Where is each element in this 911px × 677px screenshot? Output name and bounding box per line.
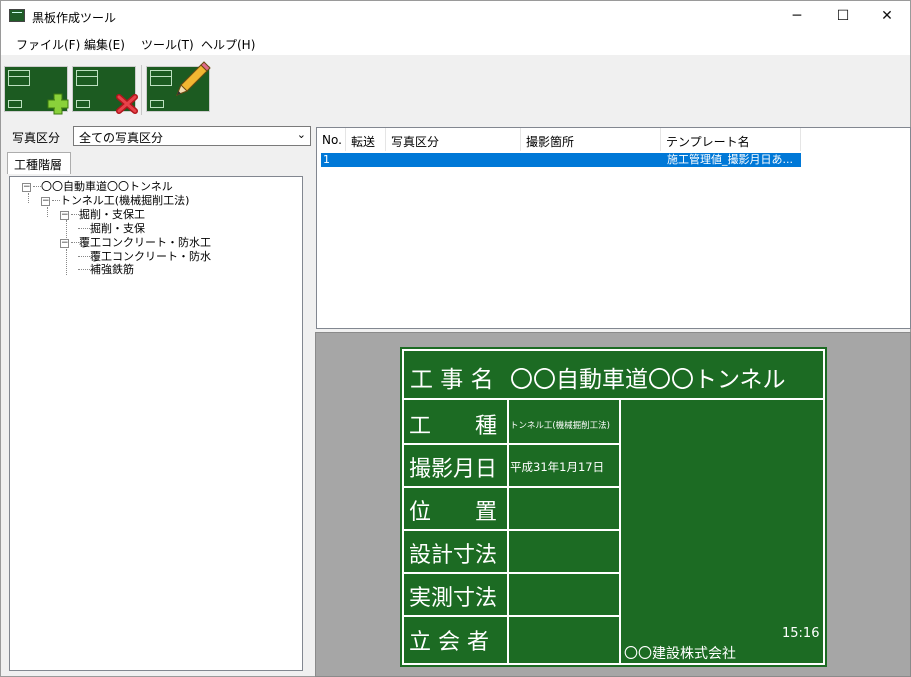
tree-item[interactable]: − トンネル工(機械掘削工法) bbox=[41, 194, 189, 208]
board-title-label: 工 事 名 bbox=[410, 367, 494, 393]
toolbar bbox=[1, 55, 910, 121]
filter-label: 写真区分 bbox=[12, 131, 61, 145]
photo-list[interactable]: No. 転送 写真区分 撮影箇所 テンプレート名 1 施工管理値_撮影月日あ..… bbox=[316, 127, 911, 329]
tree-item[interactable]: 覆工コンクリート・防水 bbox=[78, 250, 211, 264]
board-preview-area: 工 事 名 〇〇自動車道〇〇トンネル 工 種 トンネル工(機械掘削工法) 撮影月… bbox=[315, 332, 911, 677]
board-thumbnail-icon bbox=[150, 100, 164, 108]
tree-connector bbox=[71, 242, 79, 243]
board-row-label: 立 会 者 bbox=[409, 630, 489, 655]
board-row-label: 実測寸法 bbox=[409, 586, 497, 611]
board-title-value: 〇〇自動車道〇〇トンネル bbox=[510, 367, 786, 393]
board-thumbnail-icon bbox=[76, 100, 90, 108]
column-header-no[interactable]: No. bbox=[317, 128, 346, 151]
board-thumbnail-icon bbox=[76, 70, 98, 86]
collapse-toggle-icon[interactable]: − bbox=[60, 239, 69, 248]
maximize-button[interactable]: ☐ bbox=[820, 1, 866, 31]
collapse-toggle-icon[interactable]: − bbox=[60, 211, 69, 220]
menu-file[interactable]: ファイル(F) bbox=[16, 36, 80, 53]
column-header-template[interactable]: テンプレート名 bbox=[661, 128, 801, 151]
column-header-category[interactable]: 写真区分 bbox=[386, 128, 521, 151]
collapse-toggle-icon[interactable]: − bbox=[41, 197, 50, 206]
menu-bar: ファイル(F) 編集(E) ツール(T) ヘルプ(H) bbox=[1, 31, 910, 55]
tab-work-hierarchy[interactable]: 工種階層 bbox=[7, 152, 71, 174]
delete-board-button[interactable] bbox=[72, 66, 138, 114]
tree-item[interactable]: − 掘削・支保工 bbox=[60, 208, 145, 222]
photo-category-selected: 全ての写真区分 bbox=[79, 131, 164, 145]
tree-item[interactable]: − 〇〇自動車道〇〇トンネル bbox=[22, 180, 173, 194]
tree-connector bbox=[71, 214, 79, 215]
work-hierarchy-tree[interactable]: − 〇〇自動車道〇〇トンネル − トンネル工(機械掘削工法) − 掘削・支保工 掘削・… bbox=[9, 176, 303, 671]
board-company: 〇〇建設株式会社 bbox=[624, 646, 736, 662]
pencil-icon bbox=[176, 61, 211, 96]
menu-edit[interactable]: 編集(E) bbox=[84, 36, 125, 53]
tree-item[interactable]: 掘削・支保 bbox=[78, 222, 145, 236]
board-row-label: 位 置 bbox=[409, 500, 497, 525]
tree-item-label: 補強鉄筋 bbox=[90, 263, 134, 276]
tree-item-label: 〇〇自動車道〇〇トンネル bbox=[41, 180, 173, 193]
board-thumbnail-icon bbox=[150, 70, 172, 86]
board-row-label: 設計寸法 bbox=[409, 543, 497, 568]
title-bar[interactable]: 黒板作成ツール ─ ☐ ✕ bbox=[1, 1, 910, 31]
column-header-transfer[interactable]: 転送 bbox=[346, 128, 386, 151]
app-blackboard-icon bbox=[9, 9, 25, 22]
edit-board-button[interactable] bbox=[146, 61, 211, 112]
toolbar-separator bbox=[141, 65, 142, 115]
list-cell-template: 施工管理値_撮影月日あ... bbox=[667, 153, 793, 166]
collapse-toggle-icon[interactable]: − bbox=[22, 183, 31, 192]
tree-connector bbox=[66, 249, 67, 275]
menu-help[interactable]: ヘルプ(H) bbox=[201, 36, 255, 53]
tree-item-label: 覆工コンクリート・防水工 bbox=[79, 236, 211, 249]
list-row-selected[interactable]: 1 施工管理値_撮影月日あ... bbox=[321, 153, 801, 167]
tree-connector bbox=[28, 193, 29, 203]
blackboard-preview: 工 事 名 〇〇自動車道〇〇トンネル 工 種 トンネル工(機械掘削工法) 撮影月… bbox=[400, 347, 827, 667]
photo-category-select[interactable]: 全ての写真区分 ⌄ bbox=[73, 126, 311, 146]
tree-connector bbox=[47, 207, 48, 217]
tree-item[interactable]: 補強鉄筋 bbox=[78, 263, 134, 277]
minimize-button[interactable]: ─ bbox=[774, 1, 820, 31]
delete-x-icon bbox=[116, 94, 138, 114]
board-thumbnail-icon bbox=[8, 70, 30, 86]
tree-item-label: 覆工コンクリート・防水 bbox=[90, 250, 211, 263]
board-row-label: 撮影月日 bbox=[409, 457, 497, 482]
board-row-value: トンネル工(機械掘削工法) bbox=[510, 420, 610, 431]
plus-icon bbox=[47, 93, 69, 115]
tree-connector bbox=[52, 200, 60, 201]
tree-item-label: 掘削・支保 bbox=[90, 222, 145, 235]
list-cell-no: 1 bbox=[323, 153, 330, 166]
board-row-value: 平成31年1月17日 bbox=[510, 460, 604, 474]
app-window: 黒板作成ツール ─ ☐ ✕ ファイル(F) 編集(E) ツール(T) ヘルプ(H… bbox=[0, 0, 911, 677]
list-header: No. 転送 写真区分 撮影箇所 テンプレート名 bbox=[317, 128, 910, 151]
tree-connector bbox=[78, 228, 90, 229]
chevron-down-icon: ⌄ bbox=[296, 128, 306, 141]
tree-item-label: 掘削・支保工 bbox=[79, 208, 145, 221]
tree-item[interactable]: − 覆工コンクリート・防水工 bbox=[60, 236, 211, 250]
tree-connector bbox=[33, 186, 41, 187]
add-board-button[interactable] bbox=[4, 66, 69, 115]
close-button[interactable]: ✕ bbox=[864, 1, 910, 31]
window-title: 黒板作成ツール bbox=[32, 11, 117, 25]
menu-tools[interactable]: ツール(T) bbox=[141, 36, 194, 53]
blackboard-grid: 工 事 名 〇〇自動車道〇〇トンネル 工 種 トンネル工(機械掘削工法) 撮影月… bbox=[402, 349, 825, 665]
tree-connector bbox=[78, 256, 90, 257]
board-thumbnail-icon bbox=[8, 100, 22, 108]
board-row-label: 工 種 bbox=[409, 414, 497, 439]
tree-item-label: トンネル工(機械掘削工法) bbox=[60, 194, 190, 207]
board-time: 15:16 bbox=[782, 626, 819, 641]
column-header-location[interactable]: 撮影箇所 bbox=[521, 128, 661, 151]
tree-connector bbox=[78, 269, 90, 270]
